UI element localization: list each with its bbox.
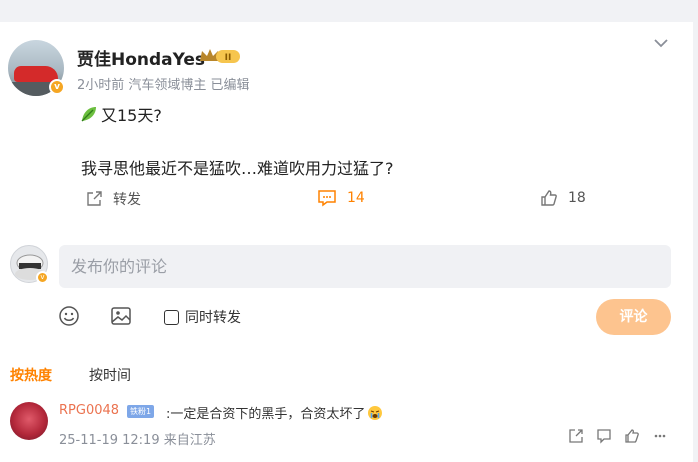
like-button[interactable]: 18: [540, 189, 586, 207]
my-verified-badge-icon: v: [36, 271, 49, 284]
checkbox-box[interactable]: [164, 309, 179, 325]
post-text-line2: 我寻思他最近不是猛吹…难道吹用力过猛了?: [81, 159, 394, 178]
submit-comment-button[interactable]: 评论: [596, 299, 671, 335]
leaf-emoji-icon: [81, 107, 96, 122]
verified-badge-icon: v: [49, 79, 65, 95]
post-card: v 贾佳HondaYes II 2小时前 汽车领域博主 已编辑 又15天? 我寻…: [0, 22, 693, 462]
also-repost-checkbox[interactable]: 同时转发: [164, 307, 241, 327]
comment-button[interactable]: 14: [317, 189, 365, 207]
more-icon[interactable]: [652, 428, 668, 444]
reply-like-icon[interactable]: [624, 428, 640, 444]
sort-by-hot-tab[interactable]: 按热度: [10, 365, 52, 385]
sort-by-time-tab[interactable]: 按时间: [89, 365, 131, 385]
image-icon[interactable]: [110, 305, 132, 327]
reply-text-content: :一定是合资下的黑手，合资太坏了: [166, 407, 366, 422]
reply-actions: [568, 428, 668, 444]
also-repost-label: 同时转发: [185, 310, 241, 326]
post-meta: 2小时前 汽车领域博主 已编辑: [77, 78, 250, 93]
emoji-icon[interactable]: [58, 305, 80, 327]
level-crown-icon: II: [200, 49, 240, 63]
reply-text: :一定是合资下的黑手，合资太坏了: [166, 403, 383, 422]
reply-repost-icon[interactable]: [568, 428, 584, 444]
reply-meta: 25-11-19 12:19 来自江苏: [59, 433, 216, 448]
comment-input[interactable]: [59, 245, 671, 288]
reply-avatar[interactable]: [10, 402, 48, 440]
crying-emoji-icon: [368, 405, 383, 420]
thumbs-up-icon: [541, 190, 557, 206]
fan-badge: 铁粉1: [127, 405, 155, 418]
comment-count: 14: [347, 190, 365, 206]
top-strip: [0, 0, 698, 10]
like-count: 18: [568, 190, 586, 206]
comment-icon: [318, 190, 336, 207]
reply-username[interactable]: RPG0048: [59, 403, 119, 418]
chevron-down-icon[interactable]: [652, 34, 670, 52]
post-text-line1: 又15天?: [79, 102, 162, 126]
post-text-line1-content: 又15天?: [101, 106, 162, 125]
repost-label: 转发: [113, 192, 141, 208]
repost-icon: [87, 191, 102, 206]
level-badge-text: II: [225, 53, 232, 63]
repost-button[interactable]: 转发: [85, 189, 141, 209]
reply-comment-icon[interactable]: [596, 428, 612, 444]
author-name[interactable]: 贾佳HondaYes: [77, 45, 205, 70]
